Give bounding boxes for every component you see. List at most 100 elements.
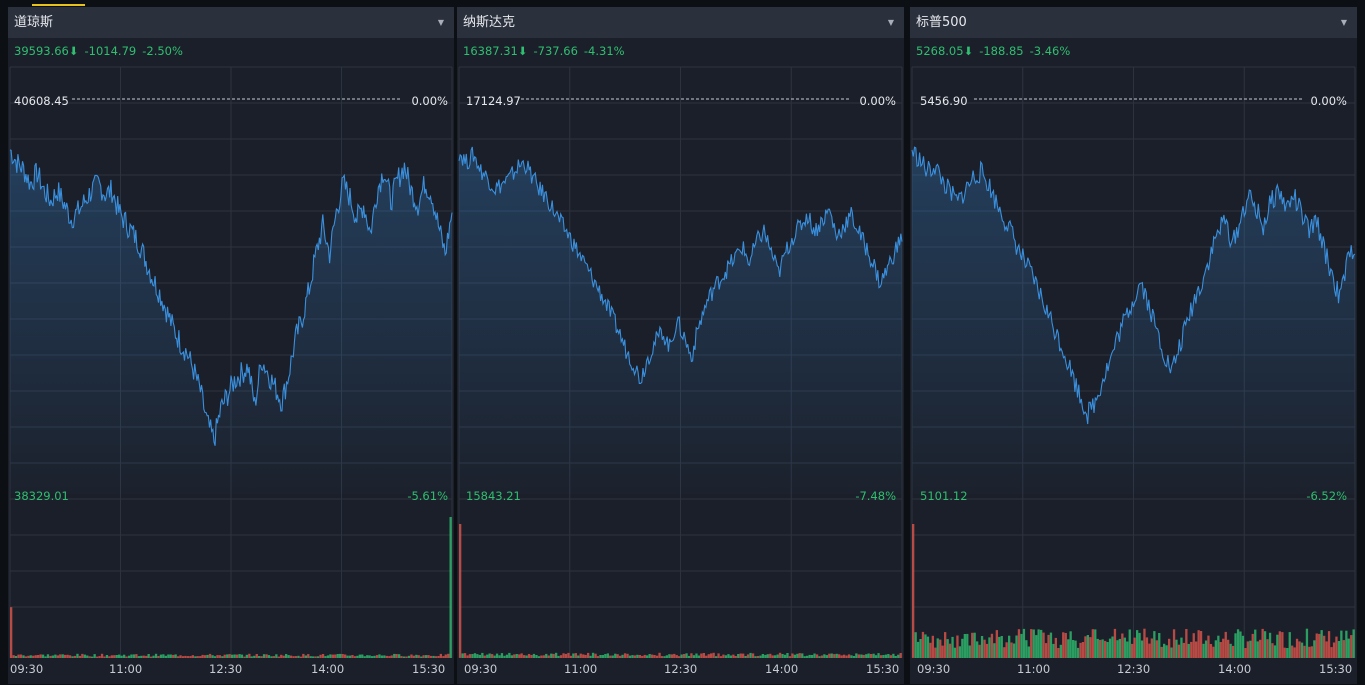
- volume-bar: [1244, 648, 1247, 658]
- volume-bar: [280, 654, 283, 658]
- volume-bar: [147, 654, 150, 658]
- change-value: -1014.79: [84, 44, 137, 58]
- volume-bar: [201, 654, 204, 658]
- chevron-down-icon[interactable]: ▼: [888, 7, 894, 38]
- volume-bar: [643, 654, 646, 658]
- volume-bar: [132, 654, 136, 658]
- quote-row: 39593.66⬇ -1014.79 -2.50%: [14, 44, 189, 58]
- volume-bar: [651, 654, 654, 658]
- volume-bar: [577, 655, 580, 658]
- volume-bar: [1293, 647, 1296, 658]
- volume-bar: [174, 654, 177, 658]
- volume-bar: [552, 653, 555, 658]
- volume-bar: [383, 655, 386, 658]
- volume-bar: [194, 656, 197, 658]
- volume-bar: [874, 655, 878, 658]
- volume-bar: [924, 634, 927, 658]
- volume-bar: [899, 653, 902, 658]
- volume-bar: [850, 655, 853, 658]
- volume-bar: [636, 654, 639, 658]
- ref-pct-label: 0.00%: [1310, 94, 1347, 108]
- volume-bar: [130, 654, 133, 658]
- volume-bar: [184, 655, 187, 658]
- volume-bar: [307, 654, 310, 658]
- volume-bar: [616, 654, 619, 658]
- volume-bar: [1291, 645, 1294, 658]
- volume-bar: [1020, 633, 1023, 658]
- panel-header[interactable]: 标普500 ▼: [910, 7, 1357, 38]
- volume-bar: [1327, 631, 1331, 658]
- volume-bar: [1190, 641, 1193, 658]
- change-value: -188.85: [979, 44, 1024, 58]
- volume-bar: [135, 654, 138, 658]
- volume-bar: [806, 655, 809, 658]
- volume-bar: [919, 639, 922, 658]
- volume-bar: [582, 654, 585, 658]
- volume-bar: [1140, 640, 1144, 658]
- volume-bar: [971, 632, 974, 658]
- down-arrow-icon: ⬇: [68, 44, 79, 58]
- volume-bar: [442, 656, 445, 658]
- volume-bar: [331, 654, 334, 658]
- volume-bar: [108, 656, 111, 658]
- volume-bar: [732, 654, 735, 658]
- volume-bar: [196, 656, 199, 658]
- volume-bar: [1113, 628, 1117, 658]
- volume-bar: [980, 636, 984, 658]
- volume-bar: [1268, 632, 1272, 658]
- volume-bar: [926, 636, 930, 658]
- volume-bar: [191, 655, 194, 658]
- volume-bar: [1175, 639, 1178, 658]
- volume-bar: [488, 653, 491, 658]
- volume-bar: [683, 654, 686, 658]
- volume-bar: [648, 654, 651, 658]
- volume-bar: [1229, 643, 1232, 658]
- volume-bar: [186, 656, 190, 658]
- volume-bar: [857, 654, 860, 658]
- volume-bar: [73, 655, 77, 658]
- volume-bar: [1195, 641, 1198, 658]
- volume-bar: [697, 655, 700, 658]
- volume-bar: [897, 654, 900, 658]
- panel-header[interactable]: 道琼斯 ▼: [8, 7, 454, 38]
- volume-bar: [181, 656, 185, 658]
- volume-bar: [751, 653, 755, 658]
- volume-bar: [1259, 639, 1262, 658]
- volume-bar: [373, 655, 376, 658]
- volume-bar: [118, 654, 121, 658]
- volume-bar: [641, 655, 644, 658]
- volume-bar: [434, 656, 438, 658]
- volume-bar: [820, 655, 824, 658]
- volume-bar: [123, 654, 126, 658]
- volume-bar: [1025, 640, 1028, 658]
- volume-bar: [1168, 638, 1171, 658]
- volume-bar: [1347, 638, 1350, 658]
- volume-bar: [724, 655, 728, 658]
- volume-bar: [1118, 638, 1121, 658]
- volume-bar: [154, 653, 158, 658]
- volume-bar: [872, 653, 875, 658]
- volume-bar: [473, 653, 477, 658]
- chevron-down-icon[interactable]: ▼: [438, 7, 444, 38]
- volume-bar: [277, 656, 280, 658]
- volume-bar: [351, 655, 354, 658]
- volume-bar: [985, 643, 989, 658]
- volume-bar: [348, 655, 352, 658]
- volume-bar: [211, 655, 214, 658]
- volume-bar: [983, 639, 986, 658]
- volume-bar: [10, 607, 13, 658]
- volume-bar: [778, 652, 782, 658]
- volume-bar: [334, 654, 337, 658]
- low-price-label: 15843.21: [466, 489, 521, 503]
- volume-bar: [324, 656, 327, 658]
- volume-bar: [439, 653, 442, 658]
- volume-bar: [388, 656, 391, 658]
- volume-bar: [12, 655, 15, 658]
- volume-bar: [287, 655, 290, 658]
- volume-bar: [1325, 641, 1328, 658]
- chevron-down-icon[interactable]: ▼: [1341, 7, 1347, 38]
- volume-bar: [223, 654, 226, 658]
- volume-bar: [100, 653, 104, 658]
- panel-header[interactable]: 纳斯达克 ▼: [457, 7, 904, 38]
- volume-bar: [1286, 648, 1289, 658]
